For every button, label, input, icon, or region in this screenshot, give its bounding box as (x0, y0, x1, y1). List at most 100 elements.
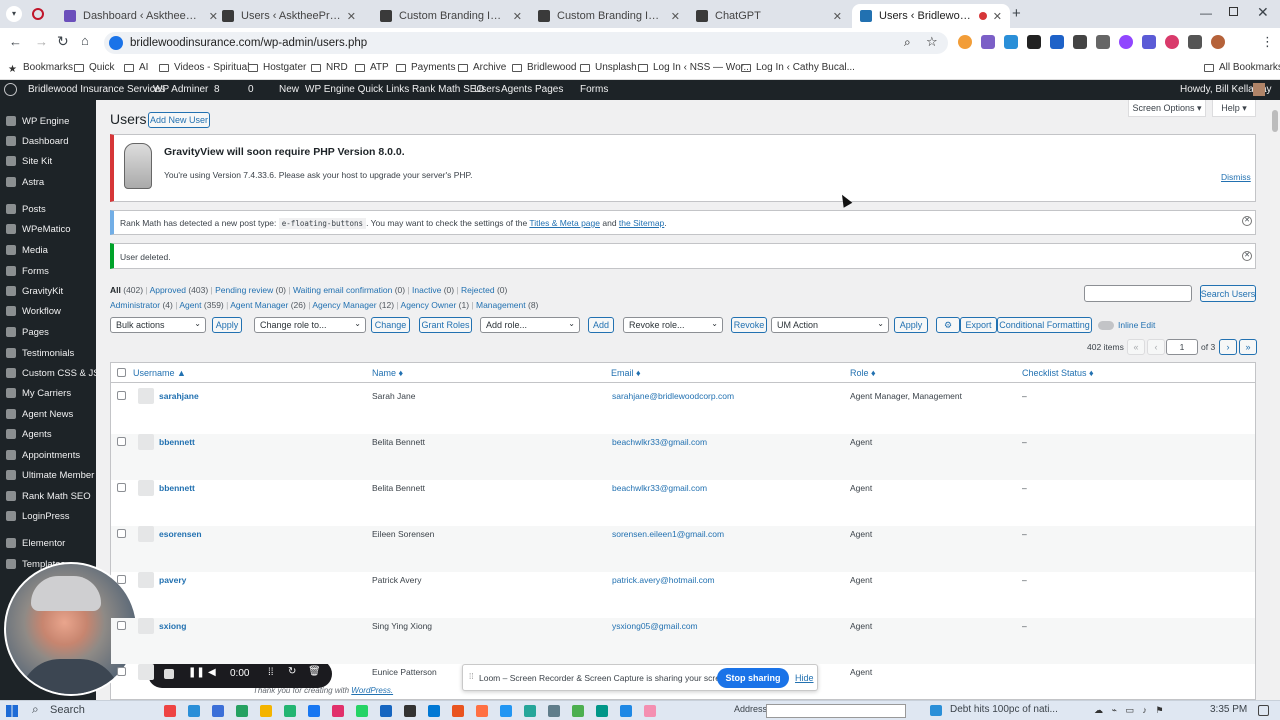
change-button[interactable]: Change (371, 317, 410, 333)
prev-page-button[interactable]: ‹ (1147, 339, 1165, 355)
username-link[interactable]: sarahjane (159, 391, 199, 401)
bookmark-item[interactable]: AI (124, 62, 148, 73)
minimize-icon[interactable]: — (1200, 6, 1212, 20)
bookmark-item[interactable]: ATP (355, 62, 389, 73)
conditional-formatting-button[interactable]: Conditional Formatting (997, 317, 1092, 333)
taskbar-app-icon[interactable] (476, 705, 488, 717)
search-users-input[interactable] (1084, 285, 1192, 302)
close-notice-icon[interactable]: ✕ (1242, 216, 1252, 226)
bookmark-item[interactable]: NRD (311, 62, 348, 73)
taskbar-app-icon[interactable] (332, 705, 344, 717)
taskbar-app-icon[interactable] (500, 705, 512, 717)
user-email[interactable]: ysxiong05@gmail.com (612, 621, 698, 631)
adminbar-item[interactable]: Users (474, 84, 500, 95)
sidebar-item[interactable]: Forms (0, 262, 96, 280)
column-header[interactable]: Name ♦ (372, 368, 403, 378)
grid-icon[interactable]: ⁞⁞ (268, 667, 274, 678)
forward-icon[interactable]: → (35, 34, 48, 49)
sidebar-item[interactable]: Workflow (0, 302, 96, 320)
browser-menu-icon[interactable]: ⋮ (1261, 34, 1274, 50)
username-link[interactable]: bbennett (159, 437, 195, 447)
filter-link[interactable]: Management (8) (476, 300, 538, 310)
sidebar-item[interactable]: WPeMatico (0, 220, 96, 238)
close-notice-icon[interactable]: ✕ (1242, 251, 1252, 261)
taskbar-app-icon[interactable] (188, 705, 200, 717)
sidebar-item[interactable]: Testimonials (0, 344, 96, 362)
tab-close-icon[interactable]: ✕ (993, 10, 1002, 23)
taskbar-app-icon[interactable] (428, 705, 440, 717)
filter-link[interactable]: Agent (359) (179, 300, 223, 310)
sidebar-item[interactable]: GravityKit (0, 282, 96, 300)
first-page-button[interactable]: « (1127, 339, 1145, 355)
revoke-role-select[interactable]: Revoke role... ⌄ (623, 317, 723, 333)
row-checkbox[interactable] (117, 391, 126, 400)
column-header[interactable]: Username ▲ (133, 368, 186, 378)
sidebar-item[interactable]: Agents (0, 425, 96, 443)
sidebar-item[interactable]: Appointments (0, 446, 96, 464)
username-link[interactable]: esorensen (159, 529, 202, 539)
rewind-icon[interactable]: ◀ (208, 667, 216, 678)
search-users-button[interactable]: Search Users (1200, 285, 1256, 302)
next-page-button[interactable]: › (1219, 339, 1237, 355)
adminbar-item[interactable]: Agents (501, 84, 532, 95)
news-ticker[interactable]: Debt hits 100pc of nati... (950, 704, 1058, 715)
username-link[interactable]: sxiong (159, 621, 186, 631)
adminbar-item[interactable]: Pages (535, 84, 563, 95)
close-window-icon[interactable]: ✕ (1257, 4, 1269, 21)
taskbar-app-icon[interactable] (644, 705, 656, 717)
row-checkbox[interactable] (117, 437, 126, 446)
filter-link[interactable]: All (402) (110, 285, 143, 295)
adminbar-item[interactable]: WP Adminer (153, 84, 208, 95)
filter-link[interactable]: Rejected (0) (461, 285, 507, 295)
adminbar-item[interactable]: Forms (580, 84, 608, 95)
row-checkbox[interactable] (117, 621, 126, 630)
help-button[interactable]: Help ▾ (1212, 100, 1256, 117)
home-icon[interactable]: ⌂ (81, 33, 89, 48)
taskbar-app-icon[interactable] (164, 705, 176, 717)
taskbar-address-input[interactable] (766, 704, 906, 718)
wordpress-logo-icon[interactable] (4, 83, 17, 96)
drag-handle-icon[interactable]: ⁞⁞ (469, 672, 473, 681)
taskbar-app-icon[interactable] (596, 705, 608, 717)
adminbar-item[interactable]: 0 (248, 84, 254, 95)
address-bar[interactable]: bridlewoodinsurance.com/wp-admin/users.p… (104, 32, 948, 54)
bookmark-item[interactable]: Log In ‹ Cathy Bucal... (741, 62, 855, 73)
trash-icon[interactable]: 🗑 (308, 666, 321, 677)
row-checkbox[interactable] (117, 667, 126, 676)
titles-meta-link[interactable]: Titles & Meta page (529, 218, 600, 228)
sidebar-item[interactable]: Dashboard (0, 132, 96, 150)
user-avatar[interactable] (1253, 83, 1265, 96)
column-header[interactable]: Checklist Status ♦ (1022, 368, 1094, 378)
add-new-user-button[interactable]: Add New User (148, 112, 210, 128)
page-scrollbar[interactable] (1270, 100, 1280, 700)
taskbar-app-icon[interactable] (356, 705, 368, 717)
grant-roles-button[interactable]: Grant Roles (419, 317, 472, 333)
bookmark-item[interactable]: Quick (74, 62, 115, 73)
browser-tab[interactable]: Dashboard ‹ AsktheePros.com —✕ (56, 4, 226, 28)
taskbar-app-icon[interactable] (260, 705, 272, 717)
taskbar-search-icon[interactable]: ⌕ (32, 702, 39, 717)
add-button[interactable]: Add (588, 317, 614, 333)
apply-button[interactable]: Apply (212, 317, 242, 333)
revoke-button[interactable]: Revoke (731, 317, 767, 333)
restart-icon[interactable]: ↻ (288, 666, 296, 677)
taskbar-search[interactable]: Search (50, 704, 85, 716)
bookmark-item[interactable]: Hostgater (248, 62, 306, 73)
sidebar-item[interactable]: Pages (0, 323, 96, 341)
user-email[interactable]: beachwlkr33@gmail.com (612, 437, 707, 447)
browser-tab[interactable]: Custom Branding Image Appro ✕ (530, 4, 688, 28)
inline-edit-toggle[interactable] (1098, 321, 1114, 330)
new-tab-button[interactable]: + (1012, 5, 1021, 22)
last-page-button[interactable]: » (1239, 339, 1257, 355)
sidebar-item[interactable]: Rank Math SEO (0, 487, 96, 505)
taskbar-app-icon[interactable] (404, 705, 416, 717)
user-email[interactable]: sorensen.eileen1@gmail.com (612, 529, 724, 539)
sidebar-item[interactable]: My Carriers (0, 384, 96, 402)
change-role-select[interactable]: Change role to... ⌄ (254, 317, 366, 333)
column-header[interactable]: Email ♦ (611, 368, 641, 378)
taskbar-app-icon[interactable] (236, 705, 248, 717)
bookmark-star-icon[interactable]: ☆ (926, 34, 938, 50)
browser-tab[interactable]: ChatGPT ✕ (688, 4, 850, 28)
adminbar-item[interactable]: WP Engine Quick Links (305, 84, 409, 95)
filter-link[interactable]: Waiting email confirmation (0) (293, 285, 405, 295)
